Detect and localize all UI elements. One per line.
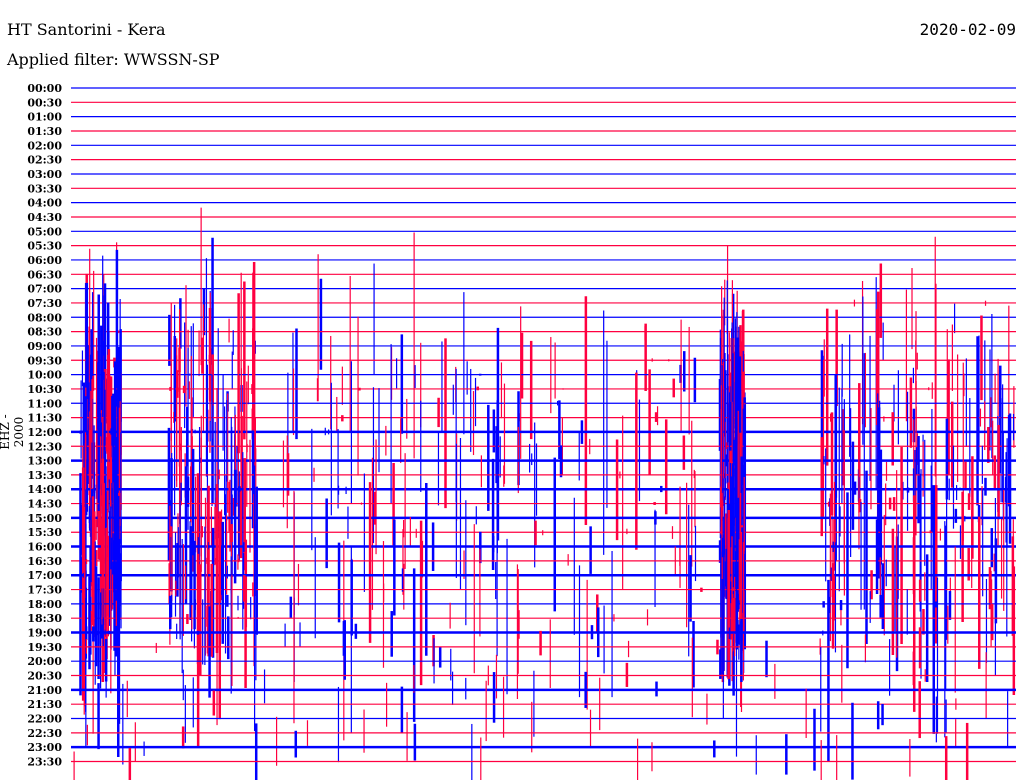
row-time-label: 13:30	[27, 469, 62, 482]
row-time-label: 10:00	[27, 369, 62, 382]
row-time-label: 22:30	[27, 727, 62, 740]
row-time-label: 08:30	[27, 326, 62, 339]
row-time-label: 11:00	[27, 397, 62, 410]
row-time-label: 12:30	[27, 440, 62, 453]
row-time-label: 14:30	[27, 498, 62, 511]
row-time-label: 17:00	[27, 569, 62, 582]
row-time-label: 21:30	[27, 698, 62, 711]
row-time-label: 15:00	[27, 512, 62, 525]
row-time-label: 19:00	[27, 627, 62, 640]
row-time-label: 16:30	[27, 555, 62, 568]
row-time-label: 18:00	[27, 598, 62, 611]
row-time-label: 20:00	[27, 655, 62, 668]
row-time-label: 15:30	[27, 526, 62, 539]
row-time-label: 00:30	[27, 96, 62, 109]
row-time-label: 07:30	[27, 297, 62, 310]
row-time-label: 23:30	[27, 756, 62, 769]
row-time-label: 00:00	[27, 82, 62, 95]
row-time-label: 07:00	[27, 283, 62, 296]
row-time-label: 18:30	[27, 612, 62, 625]
row-time-label: 22:00	[27, 713, 62, 726]
row-time-label: 16:00	[27, 541, 62, 554]
row-time-label: 21:00	[27, 684, 62, 697]
row-time-label: 17:30	[27, 584, 62, 597]
row-time-label: 20:30	[27, 670, 62, 683]
row-time-label: 19:30	[27, 641, 62, 654]
row-time-label: 01:00	[27, 111, 62, 124]
row-time-label: 03:30	[27, 182, 62, 195]
row-time-label: 06:00	[27, 254, 62, 267]
row-time-label: 05:00	[27, 225, 62, 238]
row-time-label: 09:30	[27, 354, 62, 367]
row-time-label: 09:00	[27, 340, 62, 353]
row-time-label: 11:30	[27, 412, 62, 425]
helicorder-plot: 00:0000:30 01:0001:3002:00 02:3003:0003:30…	[27, 82, 1016, 780]
row-time-label: 23:00	[27, 741, 62, 754]
row-time-label: 02:00	[27, 139, 62, 152]
row-time-label: 08:00	[27, 311, 62, 324]
row-time-label: 04:00	[27, 197, 62, 210]
row-time-label: 10:30	[27, 383, 62, 396]
row-time-label: 13:00	[27, 455, 62, 468]
row-time-label: 03:00	[27, 168, 62, 181]
row-time-label: 06:30	[27, 268, 62, 281]
row-time-label: 14:00	[27, 483, 62, 496]
row-time-label: 05:30	[27, 240, 62, 253]
row-time-label: 02:30	[27, 154, 62, 167]
row-time-label: 12:00	[27, 426, 62, 439]
row-time-label: 01:30	[27, 125, 62, 138]
row-time-label: 04:30	[27, 211, 62, 224]
